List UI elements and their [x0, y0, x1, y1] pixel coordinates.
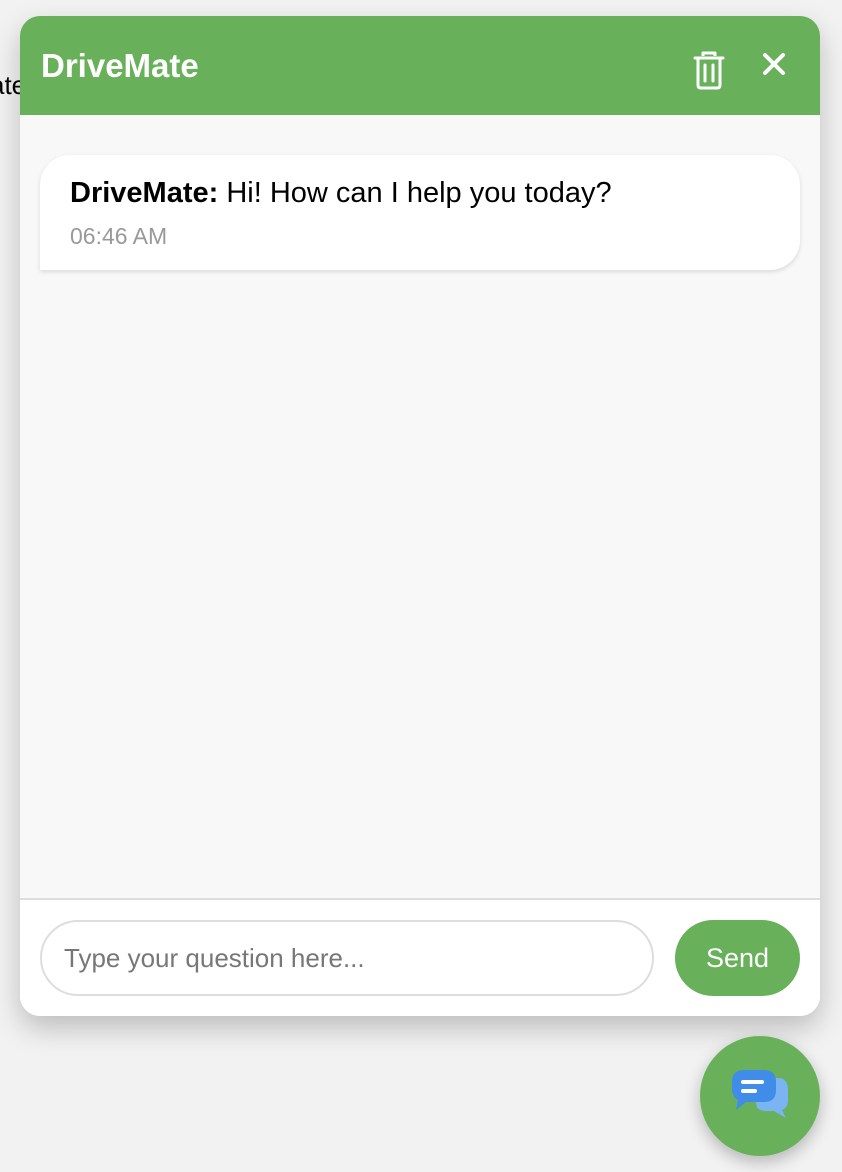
chat-title: DriveMate: [41, 47, 199, 84]
chat-widget: DriveMate DriveMate: Hi! How can I help …: [20, 16, 820, 1016]
chat-bubbles-icon: [728, 1064, 792, 1129]
chat-header: DriveMate: [20, 16, 820, 115]
bot-message: DriveMate: Hi! How can I help you today?…: [40, 155, 800, 270]
chat-input-bar: Send: [20, 900, 820, 1016]
clear-chat-button[interactable]: [685, 48, 733, 96]
close-chat-button[interactable]: [750, 44, 798, 88]
message-sender: DriveMate:: [70, 177, 219, 209]
send-button[interactable]: Send: [675, 920, 800, 996]
question-input[interactable]: [40, 920, 654, 996]
trash-icon: [691, 50, 727, 95]
chat-messages-area[interactable]: DriveMate: Hi! How can I help you today?…: [20, 115, 820, 900]
chat-launcher-button[interactable]: [700, 1036, 820, 1156]
message-text: DriveMate: Hi! How can I help you today?: [70, 175, 612, 211]
message-timestamp: 06:46 AM: [70, 223, 168, 249]
message-content: Hi! How can I help you today?: [218, 177, 612, 209]
close-icon: [762, 52, 786, 81]
